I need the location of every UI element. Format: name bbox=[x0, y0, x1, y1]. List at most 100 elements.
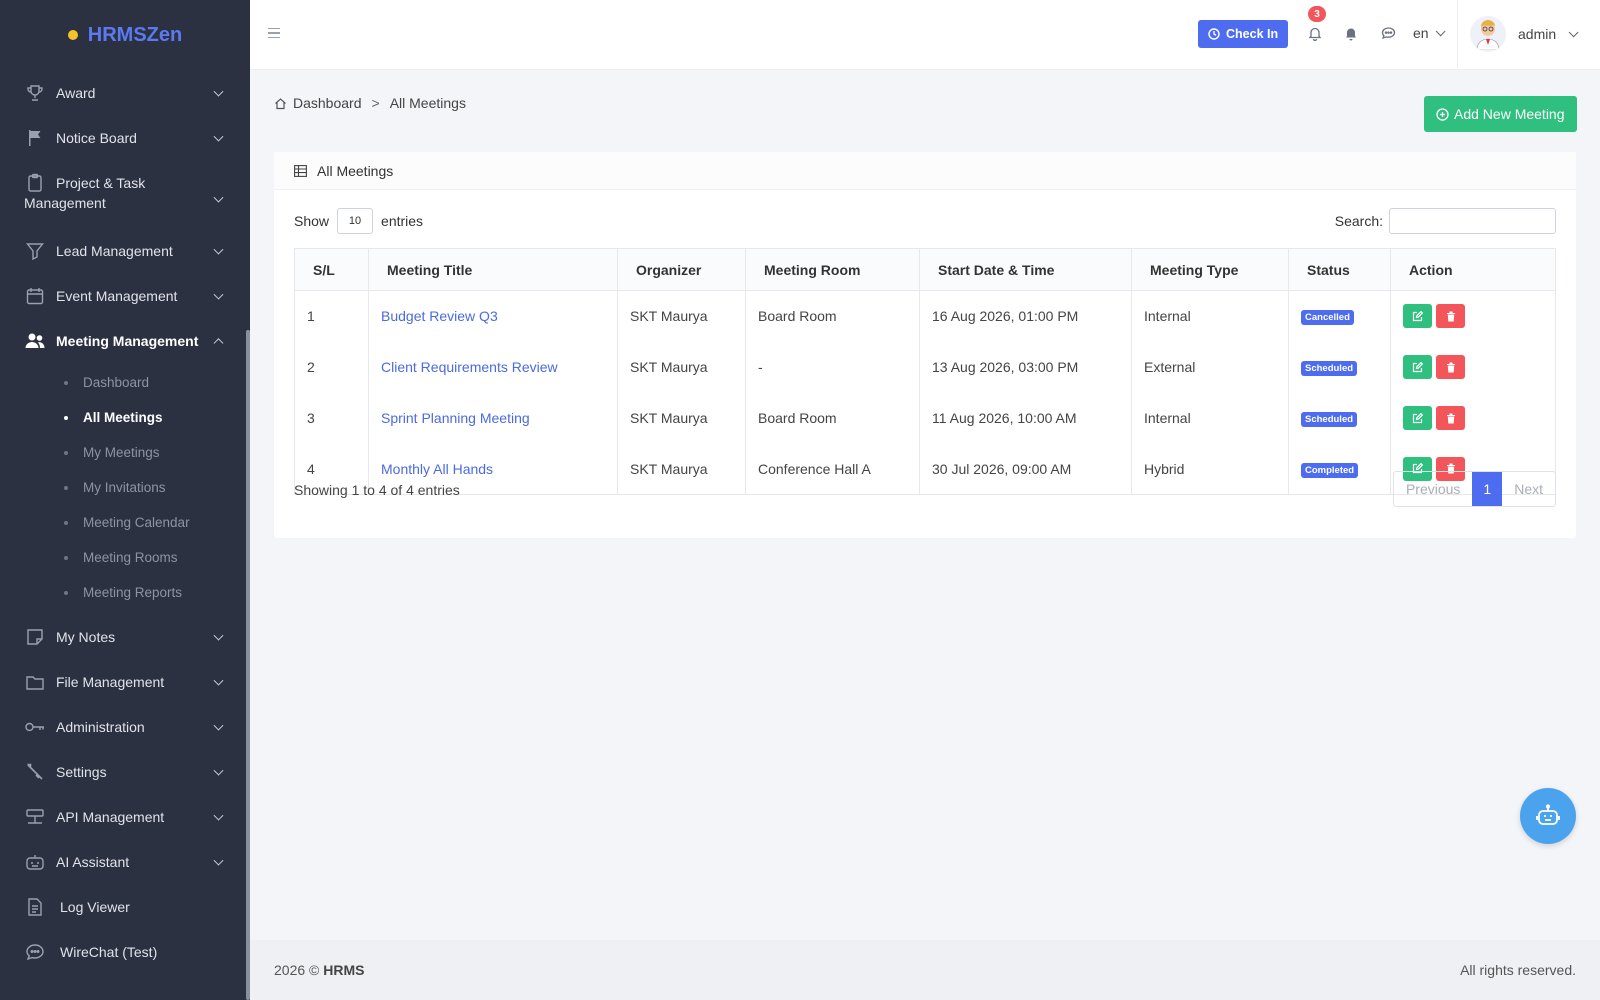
column-header-action: Action bbox=[1390, 248, 1556, 291]
sidebar-item-label: API Management bbox=[56, 808, 165, 825]
sidebar: HRMSZen Award Notice Board Project & Tas… bbox=[0, 0, 250, 1000]
cell-sl: 2 bbox=[294, 341, 369, 393]
sidebar-item-event-management[interactable]: Event Management bbox=[0, 273, 250, 318]
sidebar-item-label-line2: Management bbox=[24, 195, 106, 211]
meetings-card: All Meetings Show 10 entries Search: S/L… bbox=[274, 152, 1576, 538]
edit-icon bbox=[1412, 361, 1423, 372]
entries-select[interactable]: 10 bbox=[337, 208, 374, 234]
card-title: All Meetings bbox=[317, 162, 394, 179]
delete-button[interactable] bbox=[1436, 304, 1465, 329]
user-menu[interactable]: admin bbox=[1470, 16, 1579, 52]
column-header-sl[interactable]: S/L bbox=[294, 248, 369, 291]
sidebar-item-api-management[interactable]: API Management bbox=[0, 794, 250, 839]
edit-icon bbox=[1412, 310, 1423, 321]
edit-button[interactable] bbox=[1403, 406, 1432, 430]
bell-outline-icon[interactable] bbox=[1306, 24, 1324, 42]
sidebar-item-lead-management[interactable]: Lead Management bbox=[0, 228, 250, 273]
sidebar-item-label: Lead Management bbox=[56, 242, 173, 259]
sidebar-item-log-viewer[interactable]: Log Viewer bbox=[0, 884, 250, 929]
sidebar-item-label: Administration bbox=[56, 718, 145, 735]
sidebar-item-meeting-management[interactable]: Meeting Management bbox=[0, 318, 250, 363]
pagination-page-current[interactable]: 1 bbox=[1472, 472, 1503, 506]
column-header-start[interactable]: Start Date & Time bbox=[919, 248, 1132, 291]
column-header-title[interactable]: Meeting Title bbox=[368, 248, 618, 291]
table-info: Showing 1 to 4 of 4 entries bbox=[294, 482, 460, 498]
subnav-my-invitations[interactable]: My Invitations bbox=[0, 470, 250, 505]
meeting-title-link[interactable]: Client Requirements Review bbox=[368, 341, 618, 393]
notification-count-badge: 3 bbox=[1308, 6, 1326, 22]
bell-filled-icon[interactable] bbox=[1342, 24, 1360, 42]
sidebar-item-award[interactable]: Award bbox=[0, 70, 250, 115]
cell-start: 11 Aug 2026, 10:00 AM bbox=[919, 392, 1132, 444]
avatar bbox=[1470, 16, 1506, 52]
robot-icon bbox=[24, 851, 46, 873]
delete-button[interactable] bbox=[1436, 406, 1465, 430]
ai-chat-fab-button[interactable] bbox=[1520, 788, 1576, 844]
breadcrumb-home-link[interactable]: Dashboard bbox=[293, 95, 362, 111]
sidebar-item-label: File Management bbox=[56, 673, 165, 690]
chevron-down-icon bbox=[213, 131, 224, 142]
subnav-meeting-reports[interactable]: Meeting Reports bbox=[0, 575, 250, 610]
edit-button[interactable] bbox=[1403, 304, 1432, 329]
page-length-control: Show 10 entries bbox=[294, 208, 423, 234]
status-badge: Scheduled bbox=[1301, 361, 1358, 376]
column-header-room[interactable]: Meeting Room bbox=[745, 248, 920, 291]
cell-type: External bbox=[1131, 341, 1289, 393]
robot-icon bbox=[1536, 804, 1560, 825]
brand-logo[interactable]: HRMSZen bbox=[0, 0, 250, 70]
pagination-previous[interactable]: Previous bbox=[1394, 472, 1472, 506]
clock-icon bbox=[1208, 28, 1220, 40]
meeting-title-link[interactable]: Budget Review Q3 bbox=[368, 290, 618, 342]
add-new-meeting-label: Add New Meeting bbox=[1454, 106, 1565, 122]
breadcrumb-current: All Meetings bbox=[389, 95, 466, 111]
column-header-status[interactable]: Status bbox=[1288, 248, 1391, 291]
hamburger-menu-icon[interactable] bbox=[268, 28, 280, 38]
table-row: 3 Sprint Planning Meeting SKT Maurya Boa… bbox=[294, 392, 1556, 444]
sidebar-item-file-management[interactable]: File Management bbox=[0, 659, 250, 704]
subnav-my-meetings[interactable]: My Meetings bbox=[0, 435, 250, 470]
sidebar-item-label: Notice Board bbox=[56, 129, 137, 146]
sidebar-item-administration[interactable]: Administration bbox=[0, 704, 250, 749]
card-header: All Meetings bbox=[274, 152, 1576, 190]
subnav-meeting-rooms[interactable]: Meeting Rooms bbox=[0, 540, 250, 575]
footer-rights: All rights reserved. bbox=[1460, 962, 1576, 978]
chat-bubble-icon[interactable] bbox=[1379, 24, 1397, 42]
sidebar-item-settings[interactable]: Settings bbox=[0, 749, 250, 794]
cell-room: - bbox=[745, 341, 920, 393]
check-in-button[interactable]: Check In bbox=[1198, 20, 1289, 48]
column-header-organizer[interactable]: Organizer bbox=[617, 248, 746, 291]
search-input[interactable] bbox=[1389, 208, 1556, 234]
trash-icon bbox=[1446, 311, 1455, 322]
clipboard-icon bbox=[24, 172, 46, 194]
subnav-all-meetings[interactable]: All Meetings bbox=[0, 400, 250, 435]
add-new-meeting-button[interactable]: Add New Meeting bbox=[1424, 96, 1577, 132]
trash-icon bbox=[1446, 362, 1455, 372]
pagination: Previous 1 Next bbox=[1392, 471, 1556, 507]
sidebar-item-ai-assistant[interactable]: AI Assistant bbox=[0, 839, 250, 884]
edit-button[interactable] bbox=[1403, 355, 1432, 379]
chevron-down-icon bbox=[213, 675, 224, 686]
cell-room: Board Room bbox=[745, 392, 920, 444]
column-header-type[interactable]: Meeting Type bbox=[1131, 248, 1289, 291]
chevron-down-icon bbox=[213, 810, 224, 821]
delete-button[interactable] bbox=[1436, 355, 1465, 379]
show-label: Show bbox=[294, 213, 330, 229]
language-select[interactable]: en bbox=[1413, 25, 1446, 41]
pagination-next[interactable]: Next bbox=[1502, 472, 1555, 506]
subnav-meeting-calendar[interactable]: Meeting Calendar bbox=[0, 505, 250, 540]
breadcrumb-separator: > bbox=[371, 95, 380, 111]
subnav-dashboard[interactable]: Dashboard bbox=[0, 365, 250, 400]
cell-room: Board Room bbox=[745, 290, 920, 342]
sidebar-item-project-task[interactable]: Project & Task Management bbox=[0, 160, 250, 228]
flag-icon bbox=[24, 127, 46, 149]
table-search: Search: bbox=[1335, 208, 1556, 234]
main-content: Dashboard > All Meetings Add New Meeting… bbox=[250, 70, 1600, 940]
cell-start: 30 Jul 2026, 09:00 AM bbox=[919, 443, 1132, 495]
sidebar-item-my-notes[interactable]: My Notes bbox=[0, 614, 250, 659]
sidebar-item-wirechat[interactable]: WireChat (Test) bbox=[0, 929, 250, 974]
sidebar-item-notice-board[interactable]: Notice Board bbox=[0, 115, 250, 160]
meeting-title-link[interactable]: Sprint Planning Meeting bbox=[368, 392, 618, 444]
folder-icon bbox=[24, 671, 46, 693]
users-icon bbox=[24, 330, 46, 352]
chevron-down-icon bbox=[213, 720, 224, 731]
